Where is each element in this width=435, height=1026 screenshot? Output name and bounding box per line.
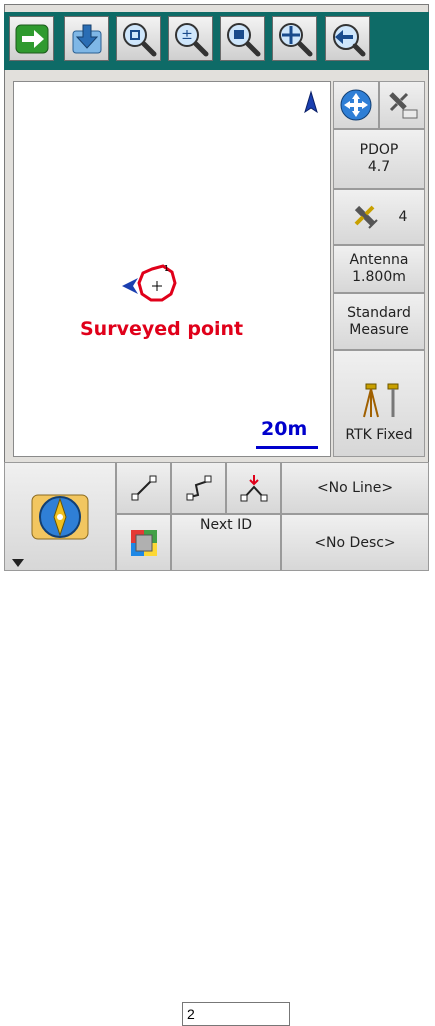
insert-point-button[interactable] xyxy=(226,462,281,514)
draw-line-button[interactable] xyxy=(116,462,171,514)
scale-label: 20m xyxy=(261,418,308,440)
forward-button[interactable] xyxy=(9,16,54,61)
method-line2: Measure xyxy=(349,321,409,338)
map-canvas xyxy=(122,90,318,302)
position-arrow-icon xyxy=(122,278,138,294)
arrow-right-icon xyxy=(15,24,48,53)
line-selector[interactable]: <No Line> xyxy=(281,462,429,514)
scale-bar xyxy=(256,446,318,449)
satellite-icon xyxy=(354,205,378,229)
tripod-receiver-icon xyxy=(363,383,399,418)
surveyed-point-label: Surveyed point xyxy=(80,318,244,340)
next-id-input[interactable] xyxy=(182,1002,290,1026)
pan-icon xyxy=(278,22,312,56)
zoom-plus-minus-icon: ± xyxy=(174,22,208,56)
draw-curve-button[interactable] xyxy=(171,462,226,514)
satellite-settings-icon xyxy=(389,92,418,119)
map-toggle-button[interactable] xyxy=(4,462,116,571)
satellites-button[interactable]: 4 xyxy=(333,189,425,245)
pan-button[interactable] xyxy=(272,16,317,61)
compass-map-icon xyxy=(31,494,89,539)
zoom-window-icon xyxy=(226,22,260,56)
zoom-window-button[interactable] xyxy=(220,16,265,61)
zoom-extents-icon xyxy=(122,22,156,56)
gps-settings-button[interactable] xyxy=(379,81,425,129)
rtk-status-button[interactable]: RTK Fixed xyxy=(333,350,425,457)
antenna-button[interactable]: Antenna 1.800m xyxy=(333,245,425,293)
antenna-label: Antenna xyxy=(349,252,409,268)
pdop-label: PDOP xyxy=(359,142,399,158)
curve-icon xyxy=(186,475,211,501)
back-button[interactable] xyxy=(325,16,370,61)
measure-method-button[interactable]: Standard Measure xyxy=(333,293,425,350)
line-icon xyxy=(131,475,156,501)
zoom-in-out-button[interactable]: ± xyxy=(168,16,213,61)
dropdown-arrow-icon[interactable] xyxy=(11,558,25,568)
north-arrow-icon xyxy=(304,90,318,114)
pan-map-button[interactable] xyxy=(333,81,379,129)
desc-value: <No Desc> xyxy=(314,534,396,551)
zoom-extents-button[interactable] xyxy=(116,16,161,61)
antenna-value: 1.800m xyxy=(352,269,406,285)
description-selector[interactable]: <No Desc> xyxy=(281,514,429,571)
code-list-button[interactable] xyxy=(116,514,171,571)
method-line1: Standard xyxy=(347,304,411,321)
point-id-label: 1 xyxy=(164,264,170,273)
next-id-panel: Next ID xyxy=(171,514,281,571)
map-view[interactable]: 1 Surveyed point 20m xyxy=(13,81,331,457)
pdop-button[interactable]: PDOP 4.7 xyxy=(333,129,425,189)
line-value: <No Line> xyxy=(316,480,394,496)
insert-vertex-icon xyxy=(240,475,267,502)
arrow-left-icon xyxy=(332,23,365,56)
top-toolbar: ± xyxy=(4,12,429,70)
download-button[interactable] xyxy=(64,16,109,61)
next-id-label: Next ID xyxy=(200,517,252,533)
bottom-bar: <No Line> Next ID <No Desc> xyxy=(4,462,429,1026)
pdop-value: 4.7 xyxy=(367,159,391,175)
code-list-icon xyxy=(130,529,157,556)
svg-text:±: ± xyxy=(181,27,193,43)
rtk-status: RTK Fixed xyxy=(345,427,413,443)
surveyed-point-marker[interactable] xyxy=(137,264,177,302)
satellite-count: 4 xyxy=(398,208,408,225)
download-icon xyxy=(72,24,101,53)
move-arrows-icon xyxy=(340,89,372,121)
